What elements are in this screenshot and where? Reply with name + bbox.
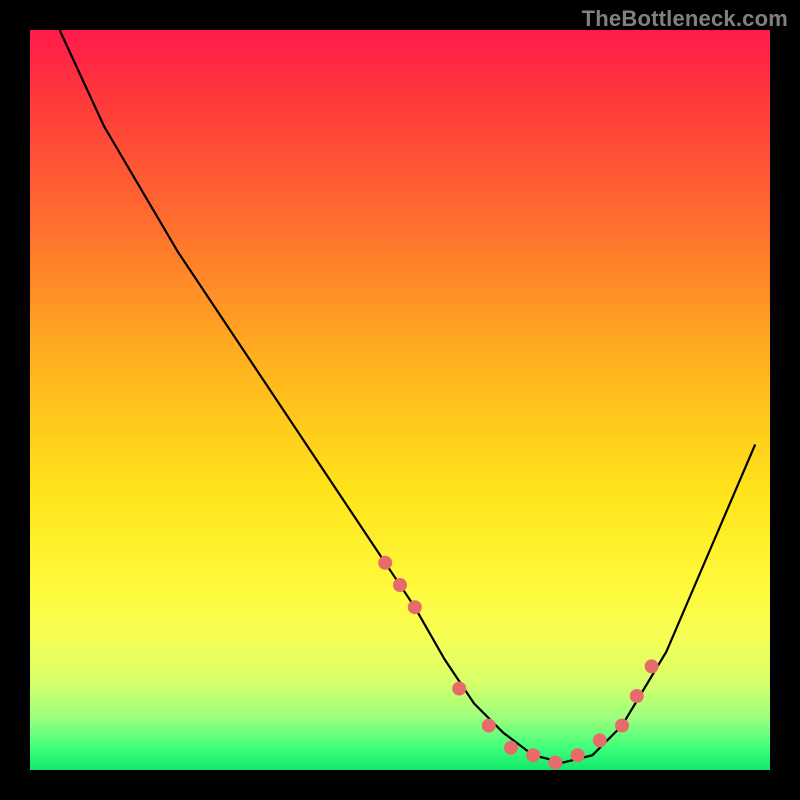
attribution-text: TheBottleneck.com bbox=[582, 6, 788, 32]
marker-dot bbox=[378, 556, 392, 570]
marker-dot bbox=[645, 659, 659, 673]
marker-dot bbox=[593, 733, 607, 747]
chart-svg bbox=[30, 30, 770, 770]
marker-group bbox=[378, 556, 658, 770]
marker-dot bbox=[408, 600, 422, 614]
chart-stage: TheBottleneck.com bbox=[0, 0, 800, 800]
marker-dot bbox=[526, 748, 540, 762]
marker-dot bbox=[615, 719, 629, 733]
marker-dot bbox=[452, 682, 466, 696]
curve-path bbox=[60, 30, 756, 763]
marker-dot bbox=[548, 756, 562, 770]
marker-dot bbox=[571, 748, 585, 762]
plot-area bbox=[30, 30, 770, 770]
marker-dot bbox=[630, 689, 644, 703]
marker-dot bbox=[504, 741, 518, 755]
marker-dot bbox=[482, 719, 496, 733]
marker-dot bbox=[393, 578, 407, 592]
